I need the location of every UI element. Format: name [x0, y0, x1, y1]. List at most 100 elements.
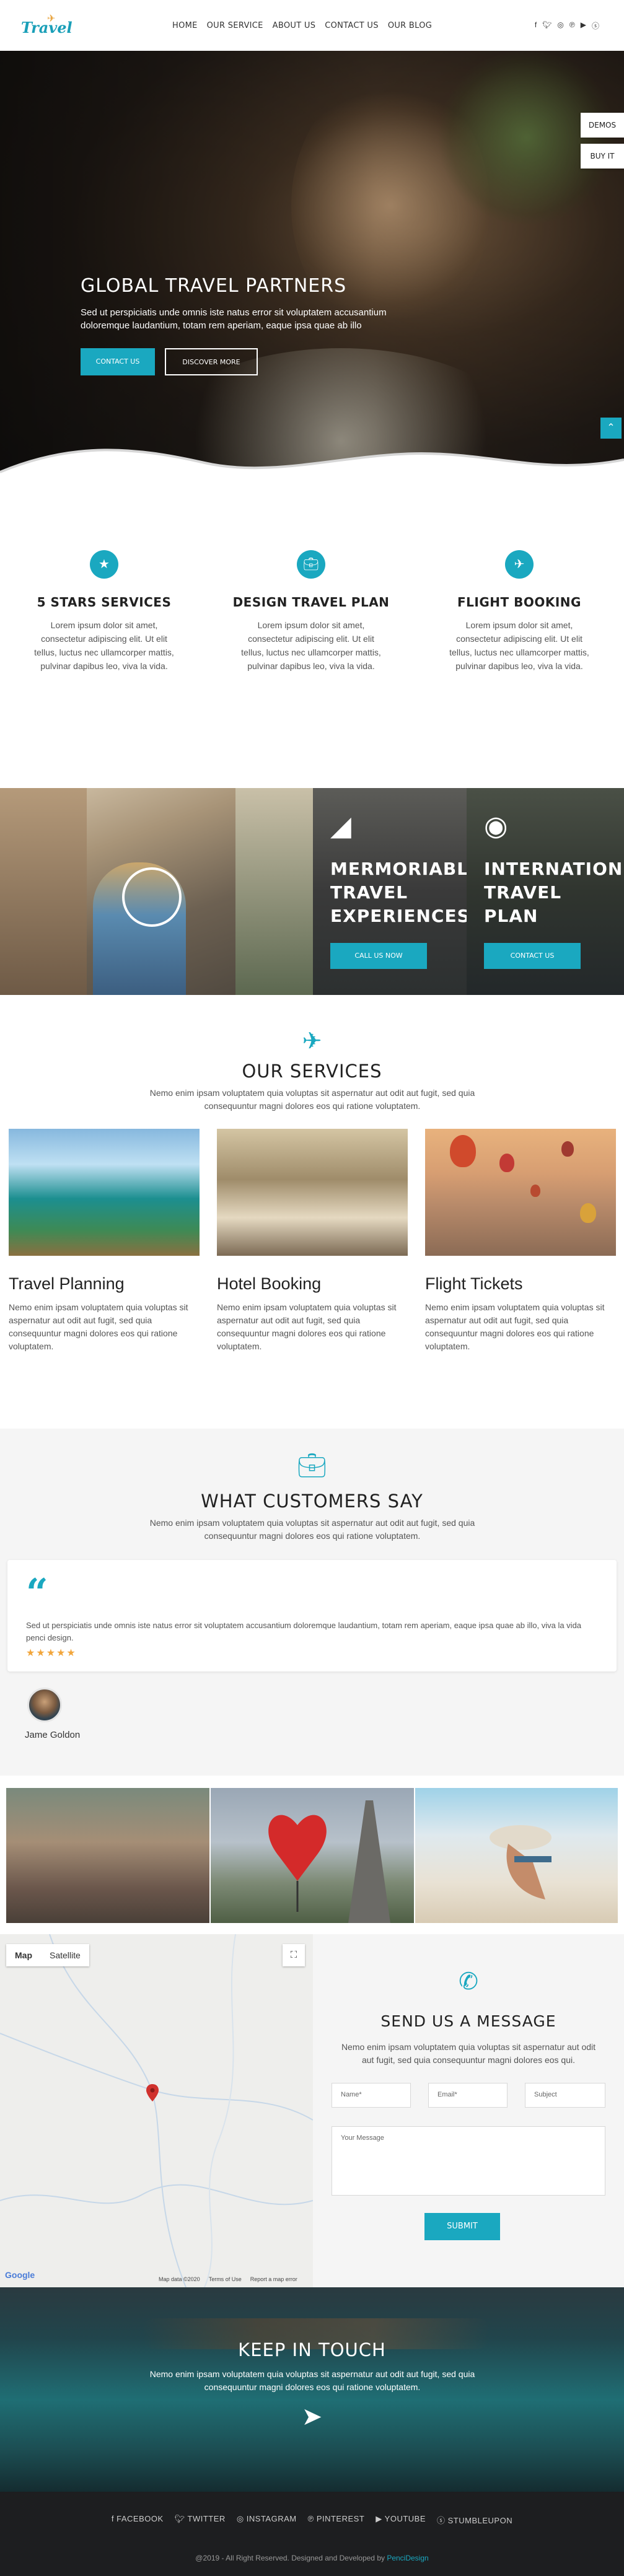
subject-field[interactable]: Subject	[525, 2083, 605, 2108]
youtube-icon: ▶	[376, 2514, 385, 2523]
footer-link-label: PINTEREST	[316, 2514, 365, 2523]
service-card-flight-tickets[interactable]: Flight Tickets Nemo enim ipsam voluptate…	[425, 1129, 616, 1353]
service-image	[9, 1129, 200, 1256]
panel-title-line: PLAN	[484, 906, 538, 926]
service-card-hotel-booking[interactable]: Hotel Booking Nemo enim ipsam voluptatem…	[217, 1129, 408, 1353]
map-tab-map[interactable]: Map	[6, 1944, 41, 1966]
banner-panel-international: ◉ INTERNATION TRAVEL PLAN CONTACT US	[467, 788, 624, 995]
service-title[interactable]: Flight Tickets	[425, 1274, 616, 1294]
header-socials: f 🐦︎ ◎ ℗ ▶ ⓢ	[535, 20, 599, 31]
footer-link-label: STUMBLEUPON	[447, 2516, 513, 2525]
name-field[interactable]: Name*	[332, 2083, 411, 2108]
site-footer: f FACEBOOK 🐦︎ TWITTER ◎ INSTAGRAM ℗ PINT…	[0, 2492, 624, 2576]
map-contact-section: Map Satellite ⛶ Google Map data ©2020 Te…	[0, 1934, 624, 2287]
feature-text: Lorem ipsum dolor sit amet, consectetur …	[34, 620, 174, 671]
main-nav: HOME OUR SERVICE ABOUT US CONTACT US OUR…	[172, 21, 432, 30]
service-image	[217, 1129, 408, 1256]
report-error-link[interactable]: Report a map error	[250, 2276, 297, 2282]
footer-link-label: TWITTER	[187, 2514, 226, 2523]
testimonials-subtitle: Nemo enim ipsam voluptatem quia voluptas…	[149, 1518, 475, 1541]
features-section: ★ 5 STARS SERVICES Lorem ipsum dolor sit…	[0, 491, 624, 788]
service-card-travel-planning[interactable]: Travel Planning Nemo enim ipsam voluptat…	[9, 1129, 200, 1353]
site-logo[interactable]: Travel ✈	[19, 11, 73, 38]
twitter-icon[interactable]: 🐦︎	[542, 20, 551, 31]
feature-design-travel-plan: 💼︎ DESIGN TRAVEL PLAN Lorem ipsum dolor …	[218, 550, 404, 673]
footer-link-label: YOUTUBE	[384, 2514, 426, 2523]
gallery-image-street[interactable]	[6, 1788, 209, 1923]
service-title[interactable]: Travel Planning	[9, 1274, 200, 1294]
hero-discover-button[interactable]: DISCOVER MORE	[165, 348, 258, 375]
balloon-shape	[580, 1203, 596, 1223]
quote-icon: “	[26, 1570, 48, 1615]
testimonials-section: 💼︎ WHAT CUSTOMERS SAY Nemo enim ipsam vo…	[0, 1429, 624, 1776]
rating-stars: ★★★★★	[26, 1648, 77, 1658]
terms-link[interactable]: Terms of Use	[209, 2276, 242, 2282]
balloon-shape	[530, 1185, 540, 1197]
youtube-icon[interactable]: ▶	[581, 20, 586, 31]
banner-photo-right	[235, 788, 313, 995]
facebook-icon[interactable]: f	[535, 20, 537, 31]
buy-it-button[interactable]: BUY IT	[581, 144, 624, 169]
nav-our-service[interactable]: OUR SERVICE	[207, 21, 263, 30]
map-type-tabs: Map Satellite	[6, 1944, 89, 1966]
email-field[interactable]: Email*	[428, 2083, 508, 2108]
footer-pinterest-link[interactable]: ℗ PINTEREST	[308, 2514, 365, 2526]
google-logo: Google	[5, 2270, 35, 2280]
testimonial-author: Jame Goldon	[25, 1730, 81, 1740]
gallery-image-beach-art	[490, 1825, 551, 1899]
phone-icon: ✆	[459, 1969, 478, 1995]
google-map[interactable]: Map Satellite ⛶ Google Map data ©2020 Te…	[0, 1934, 313, 2287]
footer-youtube-link[interactable]: ▶ YOUTUBE	[376, 2514, 426, 2526]
footer-link-label: INSTAGRAM	[246, 2514, 297, 2523]
facebook-icon: f	[111, 2514, 117, 2523]
footer-social-links: f FACEBOOK 🐦︎ TWITTER ◎ INSTAGRAM ℗ PINT…	[0, 2514, 624, 2526]
panel-title-line: TRAVEL	[484, 882, 562, 903]
call-us-now-button[interactable]: CALL US NOW	[330, 943, 427, 969]
footer-facebook-link[interactable]: f FACEBOOK	[112, 2514, 164, 2526]
submit-button[interactable]: SUBMIT	[424, 2213, 500, 2240]
services-subtitle: Nemo enim ipsam voluptatem quia voluptas…	[149, 1088, 475, 1111]
balloon-shape	[499, 1154, 514, 1172]
demos-button[interactable]: DEMOS	[581, 113, 624, 138]
hero-contact-button[interactable]: CONTACT US	[81, 348, 155, 375]
footer-link-label: FACEBOOK	[116, 2514, 164, 2523]
nav-our-blog[interactable]: OUR BLOG	[388, 21, 432, 30]
keep-in-touch-title: KEEP IN TOUCH	[238, 2339, 386, 2360]
footer-instagram-link[interactable]: ◎ INSTAGRAM	[237, 2514, 297, 2526]
map-pin-icon[interactable]	[146, 2084, 159, 2101]
play-video-button[interactable]	[122, 867, 182, 927]
map-data-label: Map data ©2020	[159, 2276, 200, 2282]
paper-plane-icon: ➤	[301, 2403, 323, 2430]
keep-in-touch-text: Nemo enim ipsam voluptatem quia voluptas…	[149, 2369, 475, 2392]
contact-us-button[interactable]: CONTACT US	[484, 943, 581, 969]
plane-icon: ✈	[302, 1028, 322, 1054]
gallery-section	[0, 1776, 624, 1934]
nav-contact-us[interactable]: CONTACT US	[325, 21, 379, 30]
pinterest-icon[interactable]: ℗	[569, 20, 575, 31]
instagram-icon[interactable]: ◎	[557, 20, 563, 31]
map-roads	[0, 1934, 313, 2287]
feature-title: FLIGHT BOOKING	[457, 595, 581, 610]
gallery-image-beach[interactable]	[415, 1788, 618, 1923]
balloon-shape	[450, 1135, 476, 1167]
map-tab-satellite[interactable]: Satellite	[41, 1944, 89, 1966]
contact-form-section: ✆ SEND US A MESSAGE Nemo enim ipsam volu…	[313, 1934, 624, 2287]
avatar	[27, 1688, 62, 1722]
message-field[interactable]: Your Message	[332, 2126, 605, 2196]
service-text: Nemo enim ipsam voluptatem quia voluptas…	[217, 1302, 397, 1351]
feature-text: Lorem ipsum dolor sit amet, consectetur …	[241, 620, 381, 671]
nav-home[interactable]: HOME	[172, 21, 198, 30]
service-title[interactable]: Hotel Booking	[217, 1274, 408, 1294]
gallery-image-paris[interactable]	[211, 1788, 414, 1923]
footer-stumbleupon-link[interactable]: ⓢ STUMBLEUPON	[437, 2514, 512, 2526]
stumbleupon-icon[interactable]: ⓢ	[592, 20, 599, 31]
map-attribution: Map data ©2020 Terms of Use Report a map…	[159, 2276, 297, 2282]
pinterest-icon: ℗	[307, 2514, 317, 2523]
banner-panel-experiences: ◢ MERMORIABL TRAVEL EXPERIENCES CALL US …	[313, 788, 467, 995]
site-header: Travel ✈ HOME OUR SERVICE ABOUT US CONTA…	[0, 0, 624, 51]
designer-link[interactable]: PenciDesign	[387, 2554, 428, 2562]
nav-about-us[interactable]: ABOUT US	[273, 21, 316, 30]
fullscreen-icon[interactable]: ⛶	[283, 1944, 305, 1966]
footer-twitter-link[interactable]: 🐦︎ TWITTER	[175, 2514, 226, 2526]
feature-title: 5 STARS SERVICES	[37, 595, 172, 610]
